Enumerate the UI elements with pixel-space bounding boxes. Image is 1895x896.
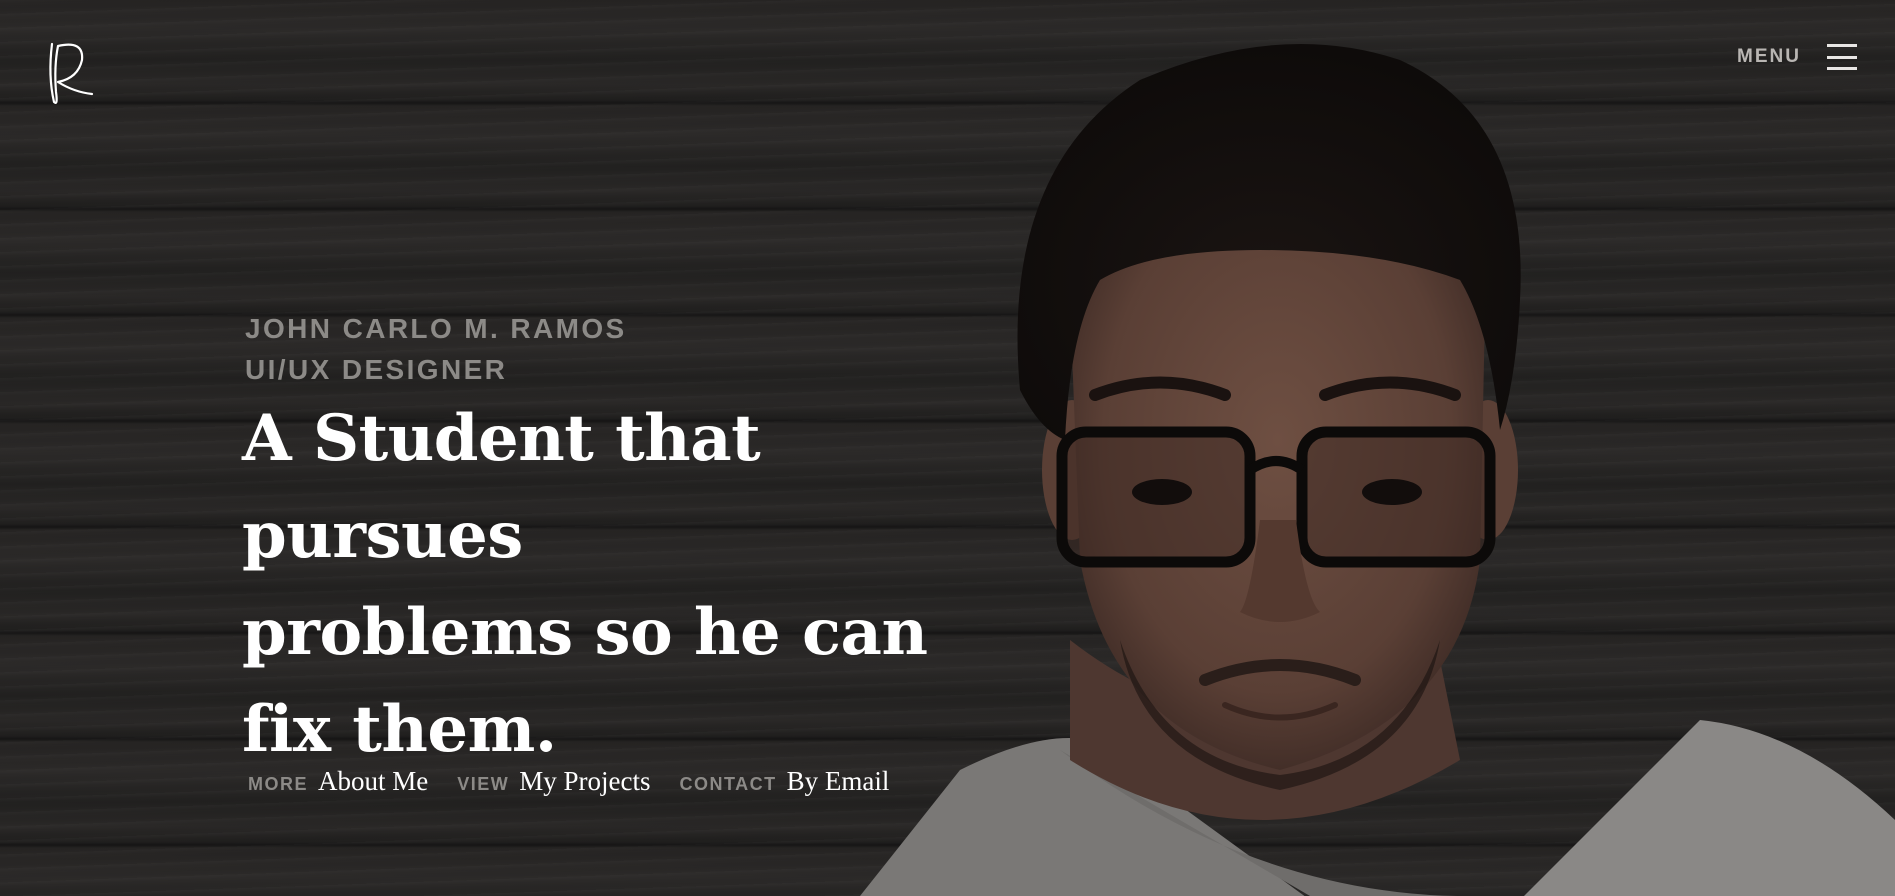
about-me-link[interactable]: MORE About Me [248,766,428,797]
headline: A Student that pursues problems so he ca… [242,390,1022,778]
menu-label: MENU [1737,46,1801,67]
intro-block: JOHN CARLO M. RAMOS UI/UX DESIGNER A Stu… [242,308,1022,778]
link-kicker: MORE [248,774,308,794]
headline-line-3: fix them. [242,692,557,767]
author-role: UI/UX DESIGNER [245,354,508,385]
link-label: By Email [786,766,890,796]
hero-section: MENU JOHN CARLO M. RAMOS UI/UX DESIGNER … [0,0,1895,896]
link-label: About Me [318,766,429,796]
link-kicker: VIEW [457,774,510,794]
r-signature-logo-icon[interactable] [44,36,96,108]
hamburger-icon[interactable] [1827,44,1857,70]
link-label: My Projects [519,766,651,796]
hero-links: MORE About Me VIEW My Projects CONTACT B… [248,766,889,797]
contact-email-link[interactable]: CONTACT By Email [680,766,890,797]
headline-line-1: A Student that pursues [242,401,761,573]
headline-line-2: problems so he can [242,595,928,670]
author-name: JOHN CARLO M. RAMOS [245,313,627,344]
my-projects-link[interactable]: VIEW My Projects [457,766,650,797]
menu-button[interactable]: MENU [1737,44,1857,70]
link-kicker: CONTACT [679,774,777,794]
